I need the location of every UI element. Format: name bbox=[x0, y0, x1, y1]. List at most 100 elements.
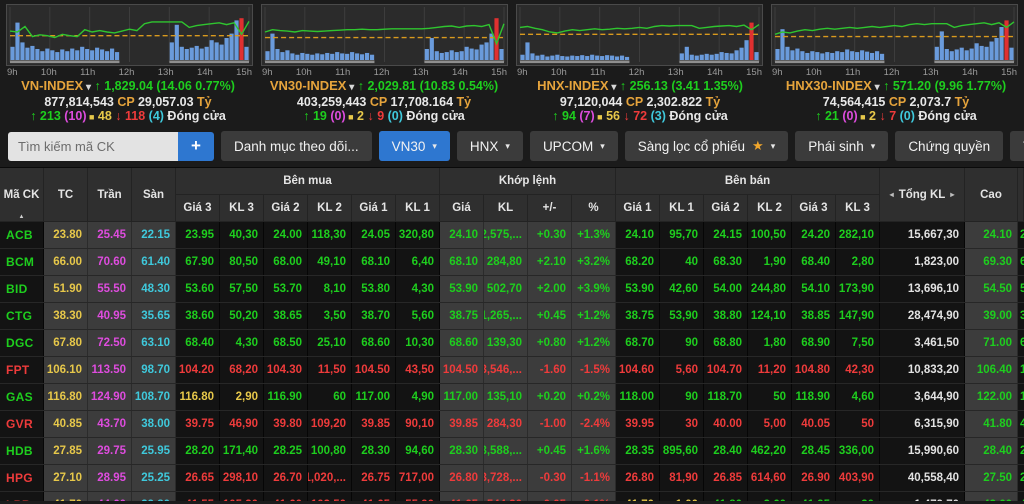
cell-match-vol[interactable]: 1,265,... bbox=[484, 303, 528, 329]
cell-ask3-price[interactable]: 68.90 bbox=[792, 330, 836, 356]
cell-ask1-vol[interactable]: 1,00 bbox=[660, 492, 704, 501]
cell-ask2-vol[interactable]: 11,20 bbox=[748, 357, 792, 383]
cell-bid1-vol[interactable]: 717,00 bbox=[396, 465, 440, 491]
cell-ask1-price[interactable]: 39.95 bbox=[616, 411, 660, 437]
cell-change-pct[interactable]: +0.2% bbox=[572, 384, 616, 410]
cell-bid2-vol[interactable]: 60 bbox=[308, 384, 352, 410]
table-row-dgc[interactable]: DGC 67.80 72.50 63.10 68.40 4,30 68.50 25,10 68.… bbox=[0, 330, 1024, 357]
cell-bid2-price[interactable]: 53.70 bbox=[264, 276, 308, 302]
cell-match-vol[interactable]: 3,728,... bbox=[484, 465, 528, 491]
cell-ask3-price[interactable]: 104.80 bbox=[792, 357, 836, 383]
col-header-tc[interactable]: TC bbox=[44, 168, 88, 222]
cell-ask2-vol[interactable]: 1,90 bbox=[748, 249, 792, 275]
cell-bid1-vol[interactable]: 55,90 bbox=[396, 492, 440, 501]
cell-ask1-vol[interactable]: 40 bbox=[660, 249, 704, 275]
cell-match-price[interactable]: 41.65 bbox=[440, 492, 484, 501]
cell-change-pct[interactable]: +3.9% bbox=[572, 276, 616, 302]
symbol-cell[interactable]: BID bbox=[0, 276, 44, 302]
cell-bid1-price[interactable]: 53.80 bbox=[352, 276, 396, 302]
cell-change[interactable]: +0.20 bbox=[528, 384, 572, 410]
cell-match-vol[interactable]: 3,546,... bbox=[484, 357, 528, 383]
cell-ask3-price[interactable]: 38.85 bbox=[792, 303, 836, 329]
cell-bid1-vol[interactable]: 94,60 bbox=[396, 438, 440, 464]
cell-ask1-vol[interactable]: 5,60 bbox=[660, 357, 704, 383]
cell-bid1-vol[interactable]: 4,30 bbox=[396, 276, 440, 302]
cell-match-price[interactable]: 39.85 bbox=[440, 411, 484, 437]
cell-bid2-price[interactable]: 68.50 bbox=[264, 330, 308, 356]
cell-change-pct[interactable]: -2.4% bbox=[572, 411, 616, 437]
cell-change-pct[interactable]: +1.3% bbox=[572, 222, 616, 248]
cell-ask1-price[interactable]: 26.80 bbox=[616, 465, 660, 491]
cell-ask1-price[interactable]: 68.70 bbox=[616, 330, 660, 356]
toolbar-button-tr-i-phi-u-doanh-nghi-p[interactable]: Trái phiếu doanh nghiệp bbox=[1010, 131, 1024, 161]
cell-bid2-vol[interactable]: 103,50 bbox=[308, 492, 352, 501]
cell-match-price[interactable]: 24.10 bbox=[440, 222, 484, 248]
cell-bid3-price[interactable]: 28.20 bbox=[176, 438, 220, 464]
cell-bid3-vol[interactable]: 50,20 bbox=[220, 303, 264, 329]
cell-ask2-vol[interactable]: 614,60 bbox=[748, 465, 792, 491]
cell-ask3-price[interactable]: 68.40 bbox=[792, 249, 836, 275]
cell-ask1-price[interactable]: 118.00 bbox=[616, 384, 660, 410]
cell-ask2-price[interactable]: 68.80 bbox=[704, 330, 748, 356]
chevron-down-icon[interactable]: ▾ bbox=[83, 82, 91, 93]
cell-bid3-price[interactable]: 23.95 bbox=[176, 222, 220, 248]
cell-match-vol[interactable]: 2,575,... bbox=[484, 222, 528, 248]
cell-bid2-vol[interactable]: 25,10 bbox=[308, 330, 352, 356]
cell-ask2-price[interactable]: 68.30 bbox=[704, 249, 748, 275]
cell-ask1-price[interactable]: 104.60 bbox=[616, 357, 660, 383]
cell-bid3-vol[interactable]: 2,90 bbox=[220, 384, 264, 410]
cell-bid3-vol[interactable]: 68,20 bbox=[220, 357, 264, 383]
cell-ask1-price[interactable]: 68.20 bbox=[616, 249, 660, 275]
cell-change[interactable]: +2.10 bbox=[528, 249, 572, 275]
cell-match-vol[interactable]: 139,30 bbox=[484, 330, 528, 356]
cell-bid3-price[interactable]: 41.55 bbox=[176, 492, 220, 501]
cell-change[interactable]: +0.45 bbox=[528, 438, 572, 464]
cell-ask1-vol[interactable]: 895,60 bbox=[660, 438, 704, 464]
cell-bid1-price[interactable]: 39.85 bbox=[352, 411, 396, 437]
symbol-cell[interactable]: CTG bbox=[0, 303, 44, 329]
cell-ask3-price[interactable]: 24.20 bbox=[792, 222, 836, 248]
cell-ask2-vol[interactable]: 5,00 bbox=[748, 411, 792, 437]
cell-ask2-vol[interactable]: 124,10 bbox=[748, 303, 792, 329]
cell-ask2-vol[interactable]: 1,80 bbox=[748, 330, 792, 356]
cell-bid3-vol[interactable]: 171,40 bbox=[220, 438, 264, 464]
cell-bid1-price[interactable]: 104.50 bbox=[352, 357, 396, 383]
cell-ask3-vol[interactable]: 336,00 bbox=[836, 438, 880, 464]
toolbar-button-upcom[interactable]: UPCOM ▾ bbox=[529, 131, 618, 161]
search-input[interactable] bbox=[8, 131, 178, 161]
cell-ask2-price[interactable]: 24.15 bbox=[704, 222, 748, 248]
cell-ask3-vol[interactable]: 2,80 bbox=[836, 249, 880, 275]
cell-ask1-price[interactable]: 24.10 bbox=[616, 222, 660, 248]
cell-bid3-vol[interactable]: 105,30 bbox=[220, 492, 264, 501]
cell-bid3-price[interactable]: 39.75 bbox=[176, 411, 220, 437]
cell-bid2-price[interactable]: 38.65 bbox=[264, 303, 308, 329]
toolbar-button-s-ng-l-c-c-phi-u[interactable]: Sàng lọc cổ phiếu ★ ▾ bbox=[624, 131, 789, 161]
cell-bid2-vol[interactable]: 100,80 bbox=[308, 438, 352, 464]
cell-change[interactable]: -0.05 bbox=[528, 492, 572, 501]
cell-match-price[interactable]: 38.75 bbox=[440, 303, 484, 329]
table-row-ctg[interactable]: CTG 38.30 40.95 35.65 38.60 50,20 38.65 3,50 38.… bbox=[0, 303, 1024, 330]
cell-bid1-vol[interactable]: 4,90 bbox=[396, 384, 440, 410]
cell-match-price[interactable]: 26.80 bbox=[440, 465, 484, 491]
cell-change[interactable]: +0.30 bbox=[528, 222, 572, 248]
cell-bid2-price[interactable]: 68.00 bbox=[264, 249, 308, 275]
cell-match-vol[interactable]: 3,588,... bbox=[484, 438, 528, 464]
cell-ask2-vol[interactable]: 3,60 bbox=[748, 492, 792, 501]
cell-match-price[interactable]: 104.50 bbox=[440, 357, 484, 383]
cell-ask1-vol[interactable]: 90 bbox=[660, 330, 704, 356]
cell-match-price[interactable]: 117.00 bbox=[440, 384, 484, 410]
cell-ask2-price[interactable]: 41.80 bbox=[704, 492, 748, 501]
cell-match-vol[interactable]: 502,70 bbox=[484, 276, 528, 302]
cell-bid3-vol[interactable]: 80,50 bbox=[220, 249, 264, 275]
table-row-gas[interactable]: GAS 116.80 124.90 108.70 116.80 2,90 116.90 60 1… bbox=[0, 384, 1024, 411]
cell-change[interactable]: -0.30 bbox=[528, 465, 572, 491]
cell-bid3-price[interactable]: 26.65 bbox=[176, 465, 220, 491]
cell-change-pct[interactable]: +3.2% bbox=[572, 249, 616, 275]
cell-bid2-vol[interactable]: 11,50 bbox=[308, 357, 352, 383]
cell-match-price[interactable]: 68.10 bbox=[440, 249, 484, 275]
col-header-symbol[interactable]: Mã CK ▲ bbox=[0, 168, 44, 222]
cell-bid2-vol[interactable]: 8,10 bbox=[308, 276, 352, 302]
cell-ask3-price[interactable]: 54.10 bbox=[792, 276, 836, 302]
cell-bid3-vol[interactable]: 46,90 bbox=[220, 411, 264, 437]
cell-bid3-price[interactable]: 67.90 bbox=[176, 249, 220, 275]
